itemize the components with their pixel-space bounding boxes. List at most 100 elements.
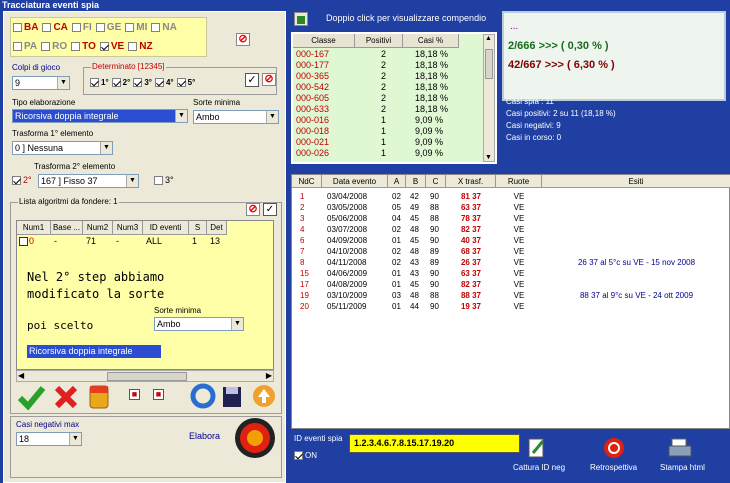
wheel-ba[interactable]: BA [13,22,38,33]
save-button[interactable] [220,382,244,410]
cattura-label[interactable]: Cattura ID neg [513,463,565,472]
column-header[interactable]: A [388,175,406,188]
checkbox[interactable] [125,22,135,32]
casi-neg-select[interactable]: 18 ▼ [16,432,82,446]
stampa-label[interactable]: Stampa html [660,463,705,472]
table-row[interactable]: 1 03/04/2008 02 42 90 81 37 VE [292,191,729,202]
checkbox[interactable] [12,176,21,186]
table-row[interactable]: 6 04/09/2008 01 45 90 40 37 VE [292,235,729,246]
determinato-check[interactable]: 3° [133,78,152,88]
tipo-select[interactable]: Ricorsiva doppia integrale ▼ [12,109,188,123]
sorte-select[interactable]: Ambo ▼ [193,110,279,124]
table-row[interactable]: 000-177 2 18,18 % [293,60,473,71]
confirm-button[interactable] [16,383,46,411]
trasforma1-select[interactable]: 0 ] Nessuna ▼ [12,141,113,155]
overlay-sorte-select[interactable]: Ambo ▼ [154,317,244,331]
checkbox[interactable] [99,41,109,51]
checkbox[interactable] [133,78,143,88]
lista-scrollbar[interactable]: ◀ ▶ [16,370,274,382]
compendio-icon[interactable] [294,12,308,26]
table-row[interactable]: 20 05/11/2009 01 44 90 19 37 VE [292,301,729,312]
column-header[interactable]: Positivi [355,34,403,48]
clear-lista-icon[interactable]: ⊘ [246,203,260,216]
checkbox[interactable] [71,41,81,51]
column-header[interactable]: ID eventi [143,221,189,235]
column-header[interactable]: B [406,175,426,188]
arrow-right-icon[interactable]: ▶ [266,371,272,380]
retro-button[interactable] [603,437,625,459]
table-row[interactable]: 7 04/10/2008 02 48 89 68 37 VE [292,246,729,257]
checkbox[interactable] [42,22,52,32]
stop-icon[interactable]: ■ [153,389,164,400]
column-header[interactable]: Det [207,221,227,235]
column-header[interactable]: C [426,175,446,188]
table-row[interactable]: 15 04/06/2009 01 43 90 63 37 VE [292,268,729,279]
column-header[interactable]: NdC [292,175,322,188]
elabora-button[interactable] [233,416,277,460]
column-header[interactable]: Ruote [496,175,542,188]
colpi-select[interactable]: 9 ▼ [12,76,70,90]
delete-button[interactable] [52,383,80,411]
trasforma2-check[interactable]: 2° [12,175,32,186]
wheel-pa[interactable]: PA [13,41,37,52]
wheel-ca[interactable]: CA [42,22,68,33]
checkbox[interactable] [13,22,22,32]
table-row[interactable]: 17 04/08/2009 01 45 90 82 37 VE [292,279,729,290]
table-row[interactable]: 000-016 1 9,09 % [293,115,473,126]
cattura-button[interactable] [527,437,547,459]
column-header[interactable]: Esiti [542,175,730,188]
table-row[interactable]: 19 03/10/2009 03 48 88 88 37 VE 88 37 al 9°c su… [292,290,729,301]
checkbox[interactable] [151,22,161,32]
terzo-check[interactable]: 3° [154,175,174,186]
scroll-thumb[interactable] [485,49,493,79]
on-check[interactable]: ON [294,451,317,461]
arrow-left-icon[interactable]: ◀ [18,371,24,380]
table-row[interactable]: 3 05/06/2008 04 45 88 78 37 VE [292,213,729,224]
checkbox[interactable] [294,451,303,461]
table-row[interactable]: 2 03/05/2008 05 49 88 63 37 VE [292,202,729,213]
arrow-up-icon[interactable]: ▲ [485,35,492,42]
checkbox[interactable] [111,78,121,88]
wheel-ve[interactable]: VE [99,41,124,52]
table-row[interactable]: 000-021 1 9,09 % [293,137,473,148]
checkbox[interactable] [176,78,186,88]
wheel-fi[interactable]: FI [71,22,92,33]
checkbox[interactable] [154,78,164,88]
table-row[interactable]: 000-167 2 18,18 % [293,49,473,60]
clear-wheels-icon[interactable]: ⊘ [236,33,250,46]
table-row[interactable]: 000-605 2 18,18 % [293,93,473,104]
empty-button[interactable] [86,382,112,410]
row-checkbox[interactable] [19,237,28,246]
column-header[interactable]: Num2 [83,221,113,235]
checkbox[interactable] [41,41,51,51]
table-row[interactable]: 000-018 1 9,09 % [293,126,473,137]
column-header[interactable]: Classe [293,34,355,48]
column-header[interactable]: Casi % [403,34,459,48]
stampa-button[interactable] [668,437,692,459]
stop-icon[interactable]: ■ [129,389,140,400]
column-header[interactable]: Num3 [113,221,143,235]
refresh-button[interactable] [190,382,216,410]
checkbox[interactable] [13,41,22,51]
up-button[interactable] [251,382,277,410]
table-row[interactable]: 000-542 2 18,18 % [293,82,473,93]
id-eventi-field[interactable]: 1.2.3.4.6.7.8.15.17.19.20 [349,434,520,453]
trasforma2-select[interactable]: 167 ] Fisso 37 ▼ [38,174,139,188]
determinato-check[interactable]: 4° [154,78,174,88]
wheel-na[interactable]: NA [151,22,177,33]
determinato-check[interactable]: 2° [111,78,130,88]
table-row[interactable]: 000-365 2 18,18 % [293,71,473,82]
column-header[interactable]: Num1 [17,221,51,235]
check-all-icon[interactable]: ✓ [245,73,259,87]
table-row[interactable]: 4 03/07/2008 02 48 90 82 37 VE [292,224,729,235]
checkbox[interactable] [71,22,81,32]
checkbox[interactable] [95,22,105,32]
column-header[interactable]: S [189,221,207,235]
wheel-nz[interactable]: NZ [128,41,153,52]
wheel-mi[interactable]: MI [125,22,147,33]
column-header[interactable]: X trasf. [446,175,496,188]
clear-determinato-icon[interactable]: ⊘ [262,73,276,86]
table-row[interactable]: 000-026 1 9,09 % [293,148,473,159]
column-header[interactable]: Data evento [322,175,388,188]
determinato-check[interactable]: 5° [176,78,195,88]
